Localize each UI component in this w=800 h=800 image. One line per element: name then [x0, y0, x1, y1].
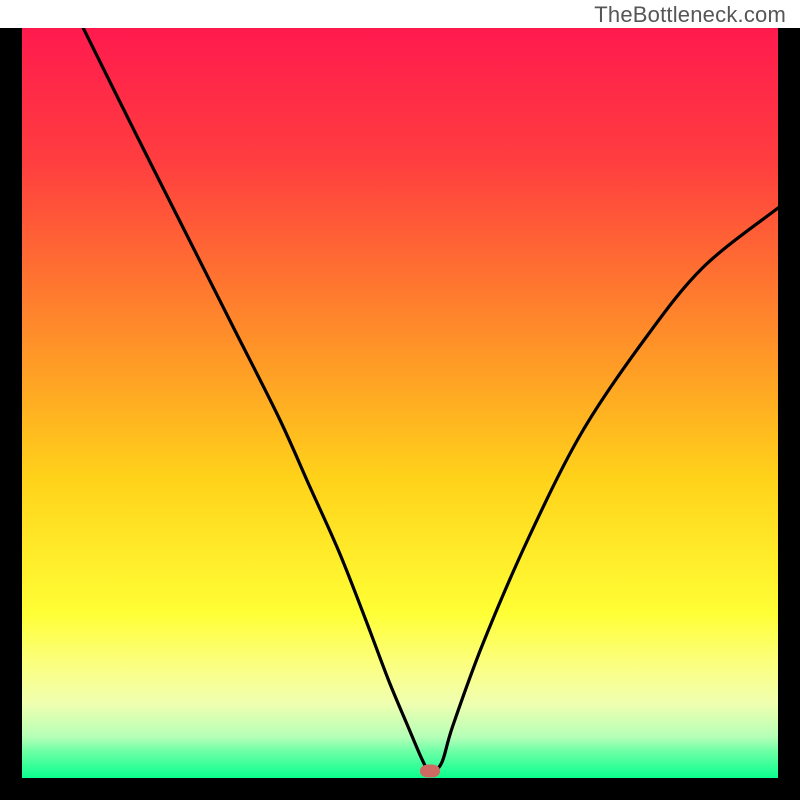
bottleneck-curve — [22, 28, 778, 778]
optimum-marker — [420, 765, 440, 778]
plot-area — [22, 28, 778, 778]
watermark-text: TheBottleneck.com — [594, 2, 786, 28]
chart-frame — [0, 28, 800, 800]
